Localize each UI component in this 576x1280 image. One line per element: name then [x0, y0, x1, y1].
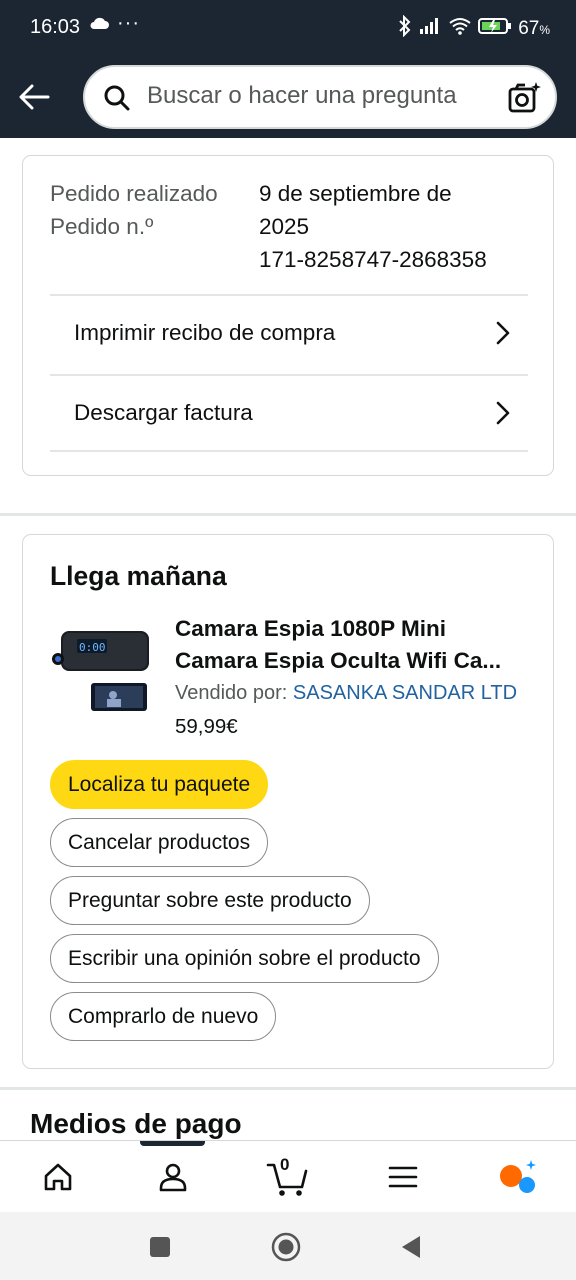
nav-cart[interactable]: 0 [258, 1155, 318, 1199]
track-package-button[interactable]: Localiza tu paquete [50, 760, 269, 809]
chevron-right-icon [496, 401, 510, 430]
bottom-nav: 0 [0, 1140, 576, 1213]
delivery-title: Llega mañana [50, 561, 227, 591]
top-header [0, 57, 576, 138]
chevron-right-icon [496, 321, 510, 350]
rufus-icon [500, 1160, 536, 1193]
search-bar[interactable] [83, 65, 557, 129]
write-review-button[interactable]: Escribir una opinión sobre el producto [50, 934, 439, 983]
back-button[interactable] [12, 75, 56, 119]
search-icon [103, 84, 131, 117]
payment-section-title: Medios de pago [30, 1108, 242, 1139]
product-image[interactable]: 0:00 [51, 625, 155, 713]
home-circle-icon [271, 1232, 301, 1262]
status-bar: 16:03 ··· 67% [0, 0, 576, 57]
section-divider [0, 513, 576, 516]
recents-button[interactable] [145, 1232, 175, 1262]
battery-percent: 67% [518, 18, 550, 39]
print-receipt-link[interactable]: Imprimir recibo de compra [50, 294, 528, 372]
back-arrow-icon [19, 84, 50, 110]
order-number-value: 171-8258747-2868358 [259, 247, 487, 272]
section-divider [0, 1087, 576, 1090]
product-price: 59,99€ [175, 715, 238, 738]
notification-dots: ··· [117, 12, 140, 34]
sold-by-label: Vendido por: [175, 682, 288, 704]
back-triangle-icon [402, 1236, 420, 1258]
order-placed-label: Pedido realizado [50, 181, 218, 206]
buy-again-button[interactable]: Comprarlo de nuevo [50, 992, 277, 1041]
status-time: 16:03 [30, 16, 81, 38]
home-icon [44, 1163, 72, 1191]
signal-icon [418, 17, 442, 41]
ask-product-question-button[interactable]: Preguntar sobre este producto [50, 876, 370, 925]
wifi-icon [448, 17, 472, 41]
battery-icon [478, 17, 512, 41]
bluetooth-icon [398, 14, 412, 43]
order-number-label: Pedido n.º [50, 214, 154, 239]
order-placed-date: 9 de septiembre de 2025 [259, 181, 452, 239]
account-icon [159, 1163, 187, 1192]
product-title[interactable]: Camara Espia 1080P Mini Camara Espia Ocul… [175, 613, 535, 677]
home-system-button[interactable] [271, 1232, 301, 1262]
back-system-button[interactable] [396, 1232, 426, 1262]
status-right: 67% [398, 14, 550, 43]
cloud-icon [89, 17, 109, 35]
nav-account[interactable] [143, 1155, 203, 1199]
cart-count: 0 [280, 1155, 290, 1174]
cancel-items-button[interactable]: Cancelar productos [50, 818, 269, 867]
print-receipt-label: Imprimir recibo de compra [74, 320, 336, 345]
download-invoice-label: Descargar factura [74, 400, 253, 425]
nav-rufus[interactable] [488, 1155, 548, 1199]
nav-home[interactable] [28, 1155, 88, 1199]
menu-icon [388, 1166, 418, 1188]
active-tab-indicator [140, 1141, 205, 1146]
search-input[interactable] [145, 81, 489, 111]
recents-icon [150, 1237, 170, 1257]
nav-menu[interactable] [373, 1155, 433, 1199]
camera-search-icon[interactable] [507, 81, 541, 120]
system-nav-bar [0, 1212, 576, 1280]
order-details-card: Pedido realizado 9 de septiembre de 2025 … [22, 155, 554, 476]
download-invoice-link[interactable]: Descargar factura [50, 374, 528, 452]
svg-text:0:00: 0:00 [79, 641, 106, 654]
sold-by: Vendido por: SASANKA SANDAR LTD [175, 682, 517, 705]
delivery-card: Llega mañana 0:00 Camara Espia 1080P Min… [22, 534, 554, 1069]
seller-link[interactable]: SASANKA SANDAR LTD [293, 682, 517, 704]
